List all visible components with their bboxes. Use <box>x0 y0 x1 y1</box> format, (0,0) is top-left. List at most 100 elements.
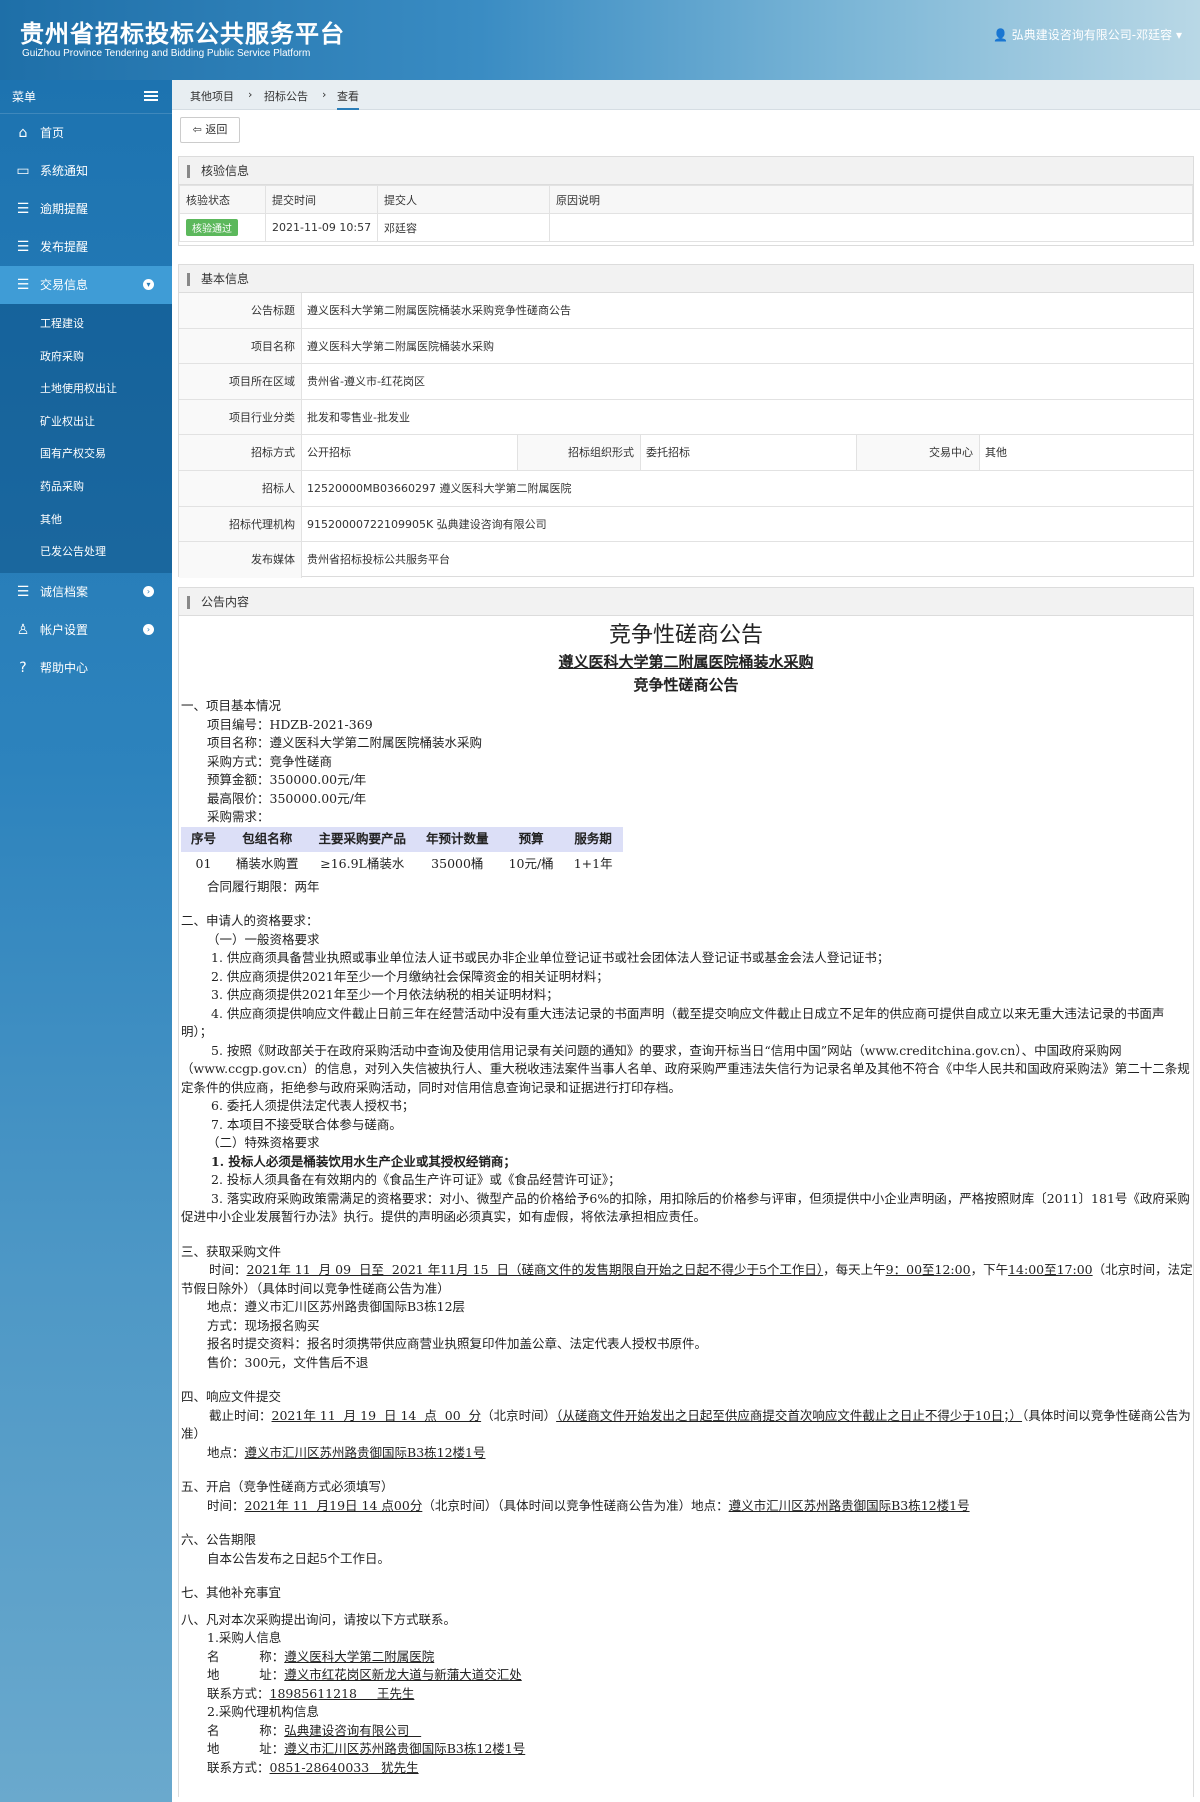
col-header: 主要采购要产品 <box>308 826 417 852</box>
status-badge: 核验通过 <box>186 219 238 236</box>
submenu-item[interactable]: 土地使用权出让 <box>0 373 172 406</box>
notice-heading: 竞争性磋商公告 <box>608 623 763 648</box>
submit-time: 2021-11-09 10:57 <box>265 213 378 242</box>
submenu-item[interactable]: 其他 <box>0 504 172 537</box>
reason <box>549 213 1193 242</box>
table-cell: 01 <box>195 856 212 872</box>
sidebar-item-notices[interactable]: ▭ 系统通知 <box>0 152 172 190</box>
submenu-item[interactable]: 政府采购 <box>0 341 172 374</box>
breadcrumb-item[interactable]: 其他项目 <box>190 88 234 104</box>
menu-header: 菜单 <box>0 80 172 114</box>
back-button[interactable]: ⇦ 返回 <box>180 117 240 143</box>
method-value: 公开招标 <box>302 435 518 470</box>
project-name-value: 遵义医科大学第二附属医院桶装水采购 <box>307 339 494 353</box>
user-menu[interactable]: 👤 弘典建设咨询有限公司-邓廷容 ▾ <box>993 26 1182 43</box>
caret-down-icon: ▾ <box>1175 28 1182 42</box>
text-line: 地 址：遵义市汇川区苏州路贵御国际B3栋12楼1号 <box>207 1741 526 1756</box>
col-header: 包组名称 <box>226 826 309 852</box>
tenderer-value: 12520000MB03660297 遵义医科大学第二附属医院 <box>307 481 572 495</box>
text-line: 5. 按照《财政部关于在政府采购活动中查询及使用信用记录有关问题的通知》的要求，… <box>181 1042 1190 1095</box>
sidebar-item-label: 系统通知 <box>40 164 89 178</box>
section-heading: 七、其他补充事宜 <box>181 1585 282 1600</box>
region-value: 贵州省-遵义市-红花岗区 <box>307 375 425 389</box>
text-line: 联系方式：18985611218 王先生 <box>207 1685 415 1701</box>
sidebar-item-overdue[interactable]: ☰ 逾期提醒 <box>0 190 172 228</box>
field-label: 交易中心 <box>857 435 980 470</box>
text-line: 1. 供应商须具备营业执照或事业单位法人证书或民办非企业单位登记证书或社会团体法… <box>211 950 890 965</box>
sidebar-item-help[interactable]: ? 帮助中心 <box>0 649 172 687</box>
sidebar-item-home[interactable]: ⌂ 首页 <box>0 114 172 152</box>
back-icon: ⇦ <box>192 123 202 136</box>
text-line: 名 称：遵义医科大学第二附属医院 <box>207 1648 435 1664</box>
hamburger-icon[interactable] <box>144 91 158 101</box>
text-line: 地 址：遵义市红花岗区新龙大道与新蒲大道交汇处 <box>207 1667 522 1682</box>
notice-project-heading: 遵义医科大学第二附属医院桶装水采购 <box>558 653 814 671</box>
text-line: 报名时提交资料：报名时须携带供应商营业执照复印件加盖公章、法定代表人授权书原件。 <box>207 1336 708 1351</box>
field-label: 公告标题 <box>179 293 302 328</box>
text-line: 2. 供应商须提供2021年至少一个月缴纳社会保障资金的相关证明材料； <box>211 968 609 984</box>
submenu-item[interactable]: 药品采购 <box>0 471 172 504</box>
user-name: 弘典建设咨询有限公司-邓廷容 <box>1011 28 1173 42</box>
text-line: 1.采购人信息 <box>207 1630 282 1645</box>
sidebar-item-trade[interactable]: ☰ 交易信息 ▾ <box>0 266 172 304</box>
sidebar: 菜单 ⌂ 首页 ▭ 系统通知 ☰ 逾期提醒 ☰ 发布提醒 ☰ 交易信息 ▾ 工程建设 政府采… <box>0 80 172 1802</box>
table-cell: 1+1年 <box>573 856 613 872</box>
col-header: 序号 <box>181 826 227 852</box>
monitor-icon: ▭ <box>16 163 30 179</box>
chevron-right-icon: › <box>143 585 154 597</box>
verify-table: 核验状态 提交时间 提交人 原因说明 核验通过 2021-11-09 10:57… <box>179 185 1193 242</box>
sidebar-item-label: 交易信息 <box>40 278 89 292</box>
section-heading: 四、响应文件提交 <box>181 1389 282 1404</box>
sidebar-item-label: 发布提醒 <box>40 240 89 254</box>
text-line: 采购方式：竞争性磋商 <box>207 753 333 769</box>
text-line: 3. 落实政府采购政策需满足的资格要求：对小、微型产品的价格给予6%的扣除，用扣… <box>181 1190 1190 1225</box>
sidebar-item-publish[interactable]: ☰ 发布提醒 <box>0 228 172 266</box>
text-line: 采购需求： <box>207 809 270 824</box>
menu-label: 菜单 <box>12 90 37 104</box>
user-icon: ♙ <box>16 621 30 638</box>
col-header: 核验状态 <box>179 185 266 214</box>
text-line: 6. 委托人须提供法定代表人授权书； <box>211 1098 415 1113</box>
chevron-right-icon: › <box>143 623 154 635</box>
help-icon: ? <box>19 659 27 676</box>
section-heading: 三、获取采购文件 <box>181 1243 282 1259</box>
submenu-item[interactable]: 工程建设 <box>0 308 172 341</box>
submenu-item[interactable]: 国有产权交易 <box>0 438 172 471</box>
field-label: 招标人 <box>179 470 302 506</box>
basic-info-title: 基本信息 <box>179 265 1193 293</box>
submenu-item[interactable]: 矿业权出让 <box>0 406 172 439</box>
table-cell: ≥16.9L桶装水 <box>320 856 405 872</box>
verify-panel: 核验信息 核验状态 提交时间 提交人 原因说明 核验通过 2021-11-09 … <box>178 156 1194 246</box>
text-line: 7. 本项目不接受联合体参与磋商。 <box>211 1116 402 1132</box>
chevron-right-icon: › <box>248 88 253 101</box>
sidebar-item-account[interactable]: ♙ 帐户设置 › <box>0 611 172 649</box>
submenu-item[interactable]: 已发公告处理 <box>0 536 172 569</box>
verify-title: 核验信息 <box>179 157 1193 185</box>
text-line: 地点：遵义市汇川区苏州路贵御国际B3栋12层 <box>207 1299 466 1314</box>
submitter: 邓廷容 <box>377 213 550 242</box>
breadcrumb-current: 查看 <box>337 88 359 110</box>
text-line: 方式：现场报名购买 <box>207 1317 320 1333</box>
field-label: 项目行业分类 <box>179 399 302 435</box>
list-icon: ☰ <box>16 239 30 255</box>
text-line: 2.采购代理机构信息 <box>207 1704 319 1719</box>
sidebar-item-label: 首页 <box>40 126 65 140</box>
field-label: 项目所在区域 <box>179 364 302 399</box>
text-line: 截止时间：2021年 11 月 19 日 14 点 00 分（北京时间）（从磋商… <box>181 1407 1191 1442</box>
sidebar-item-credit[interactable]: ☰ 诚信档案 › <box>0 573 172 611</box>
breadcrumb-item[interactable]: 招标公告 <box>264 88 308 104</box>
chevron-down-icon: ▾ <box>143 279 154 290</box>
field-label: 招标方式 <box>179 435 302 470</box>
section-heading: 二、申请人的资格要求： <box>181 913 319 928</box>
list-icon: ☰ <box>16 583 30 600</box>
text-line: 项目名称：遵义医科大学第二附属医院桶装水采购 <box>207 735 483 750</box>
text-line: 自本公告发布之日起5个工作日。 <box>207 1550 390 1566</box>
text-line: 1. 投标人必须是桶装饮用水生产企业或其授权经销商； <box>211 1153 516 1169</box>
text-line: 联系方式：0851-28640033 犹先生 <box>207 1759 419 1775</box>
sidebar-item-label: 逾期提醒 <box>40 202 89 216</box>
main-content: 其他项目 › 招标公告 › 查看 ⇦ 返回 核验信息 核验状态 提交时间 提交人… <box>172 80 1200 1802</box>
notice-panel-title: 公告内容 <box>179 588 1193 616</box>
home-icon: ⌂ <box>18 125 28 141</box>
text-line: 名 称：弘典建设咨询有限公司 <box>207 1722 422 1738</box>
field-label: 招标代理机构 <box>179 506 302 542</box>
